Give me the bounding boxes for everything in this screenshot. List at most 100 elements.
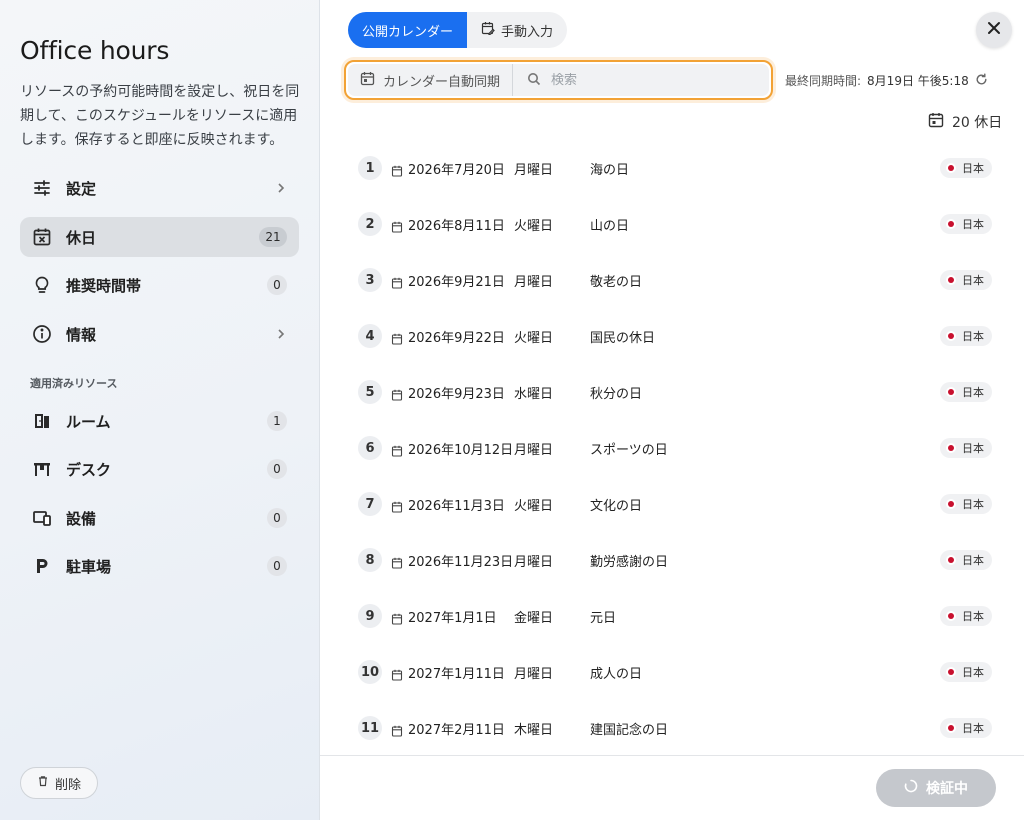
japan-flag-icon — [946, 387, 956, 397]
app-window: Office hours リソースの予約可能時間を設定し、祝日を同期して、このス… — [0, 0, 1024, 820]
holiday-row[interactable]: 6 2026年10月12日 月曜日 スポーツの日 日本 — [358, 420, 992, 476]
holiday-name: スポーツの日 — [590, 442, 668, 458]
holiday-row[interactable]: 9 2027年1月1日 金曜日 元日 日本 — [358, 588, 992, 644]
refresh-icon[interactable] — [975, 73, 988, 89]
holiday-date: 2027年1月1日 — [408, 610, 497, 626]
japan-flag-icon — [946, 611, 956, 621]
holiday-row[interactable]: 11 2027年2月11日 木曜日 建国記念の日 日本 — [358, 700, 992, 756]
holiday-name: 勤労感謝の日 — [590, 554, 669, 570]
holiday-row[interactable]: 1 2026年7月20日 月曜日 海の日 日本 — [358, 140, 992, 196]
search-bar: カレンダー自動同期 — [344, 60, 773, 100]
holiday-date: 2026年10月12日 — [408, 442, 514, 458]
holiday-date: 2026年9月21日 — [408, 274, 505, 290]
nav-item-settings[interactable]: 設定 — [20, 168, 299, 208]
country-tag: 日本 — [940, 606, 992, 626]
count-badge: 1 — [267, 411, 287, 431]
nav-item-recommended-times[interactable]: 推奨時間帯 0 — [20, 265, 299, 305]
row-index: 8 — [358, 548, 382, 572]
calendar-icon — [391, 218, 403, 233]
calendar-icon — [360, 71, 375, 90]
nav-label: 設定 — [66, 179, 97, 198]
holiday-date: 2027年1月11日 — [408, 666, 505, 682]
holiday-weekday: 火曜日 — [514, 330, 554, 346]
nav-item-info[interactable]: 情報 — [20, 314, 299, 354]
chevron-right-icon — [275, 328, 287, 340]
parking-icon — [31, 555, 53, 577]
nav-item-equipment[interactable]: 設備 0 — [20, 498, 299, 538]
info-icon — [31, 323, 53, 345]
holiday-date: 2026年8月11日 — [408, 218, 505, 234]
calendar-icon — [391, 442, 403, 457]
row-index: 11 — [358, 716, 382, 740]
tab-label: 公開カレンダー — [362, 24, 454, 40]
holiday-name: 敬老の日 — [590, 274, 643, 290]
last-sync-label: 最終同期時間: — [785, 74, 862, 88]
calendar-icon — [391, 330, 403, 345]
holiday-row[interactable]: 7 2026年11月3日 火曜日 文化の日 日本 — [358, 476, 992, 532]
holiday-name: 文化の日 — [590, 498, 643, 514]
country-label: 日本 — [962, 554, 984, 567]
nav-label: ルーム — [66, 412, 111, 431]
nav-item-parking[interactable]: 駐車場 0 — [20, 546, 299, 586]
holiday-list: 1 2026年7月20日 月曜日 海の日 日本 2 2026年8月11日 火曜日 山の日 日本 3 2… — [358, 140, 992, 756]
country-label: 日本 — [962, 666, 984, 679]
japan-flag-icon — [946, 667, 956, 677]
nav-label: デスク — [66, 460, 112, 479]
count-badge: 0 — [267, 459, 287, 479]
holiday-row[interactable]: 4 2026年9月22日 火曜日 国民の休日 日本 — [358, 308, 992, 364]
holiday-weekday: 月曜日 — [514, 554, 554, 570]
main-panel: 公開カレンダー 手動入力 カレンダー自動同期 検索 最終同期時間: 8月19日 … — [320, 0, 1024, 820]
page-title: Office hours — [20, 36, 170, 65]
calendar-icon — [391, 666, 403, 681]
search-icon — [527, 71, 541, 90]
close-button[interactable] — [976, 12, 1012, 48]
row-index: 6 — [358, 436, 382, 460]
holiday-date: 2026年7月20日 — [408, 162, 505, 178]
nav-item-holidays[interactable]: 休日 21 — [20, 217, 299, 257]
nav-item-desks[interactable]: デスク 0 — [20, 449, 299, 489]
holiday-row[interactable]: 2 2026年8月11日 火曜日 山の日 日本 — [358, 196, 992, 252]
country-tag: 日本 — [940, 270, 992, 290]
japan-flag-icon — [946, 163, 956, 173]
holiday-row[interactable]: 5 2026年9月23日 水曜日 秋分の日 日本 — [358, 364, 992, 420]
country-label: 日本 — [962, 498, 984, 511]
calendar-edit-icon — [481, 21, 495, 39]
japan-flag-icon — [946, 555, 956, 565]
calendar-icon — [391, 498, 403, 513]
sliders-icon — [31, 177, 53, 199]
japan-flag-icon — [946, 219, 956, 229]
count-badge: 0 — [267, 556, 287, 576]
country-tag: 日本 — [940, 550, 992, 570]
count-badge: 0 — [267, 275, 287, 295]
nav-item-rooms[interactable]: ルーム 1 — [20, 401, 299, 441]
auto-sync-toggle[interactable]: カレンダー自動同期 — [348, 64, 514, 96]
delete-button[interactable]: 削除 — [20, 767, 98, 799]
verify-button[interactable]: 検証中 — [876, 769, 996, 807]
holiday-row[interactable]: 3 2026年9月21日 月曜日 敬老の日 日本 — [358, 252, 992, 308]
nav-label: 休日 — [66, 228, 97, 247]
nav-label: 情報 — [66, 325, 97, 344]
desk-icon — [31, 458, 53, 480]
country-label: 日本 — [962, 274, 984, 287]
holiday-weekday: 木曜日 — [514, 722, 554, 738]
tab-manual-entry[interactable]: 手動入力 — [467, 12, 567, 48]
holiday-date: 2027年2月11日 — [408, 722, 505, 738]
search-input[interactable] — [551, 72, 732, 88]
row-index: 1 — [358, 156, 382, 180]
calendar-icon — [391, 386, 403, 401]
tab-public-calendar[interactable]: 公開カレンダー — [348, 12, 468, 48]
holiday-date: 2026年9月22日 — [408, 330, 505, 346]
footer-bar: 検証中 — [320, 755, 1024, 820]
holiday-weekday: 月曜日 — [514, 162, 554, 178]
holiday-row[interactable]: 8 2026年11月23日 月曜日 勤労感謝の日 日本 — [358, 532, 992, 588]
holiday-name: 国民の休日 — [590, 330, 656, 346]
delete-label: 削除 — [54, 777, 81, 793]
nav-label: 設備 — [66, 509, 97, 528]
row-index: 9 — [358, 604, 382, 628]
calendar-icon — [391, 722, 403, 737]
holiday-row[interactable]: 10 2027年1月11日 月曜日 成人の日 日本 — [358, 644, 992, 700]
country-tag: 日本 — [940, 158, 992, 178]
row-index: 4 — [358, 324, 382, 348]
calendar-icon — [391, 610, 403, 625]
country-label: 日本 — [962, 722, 984, 735]
